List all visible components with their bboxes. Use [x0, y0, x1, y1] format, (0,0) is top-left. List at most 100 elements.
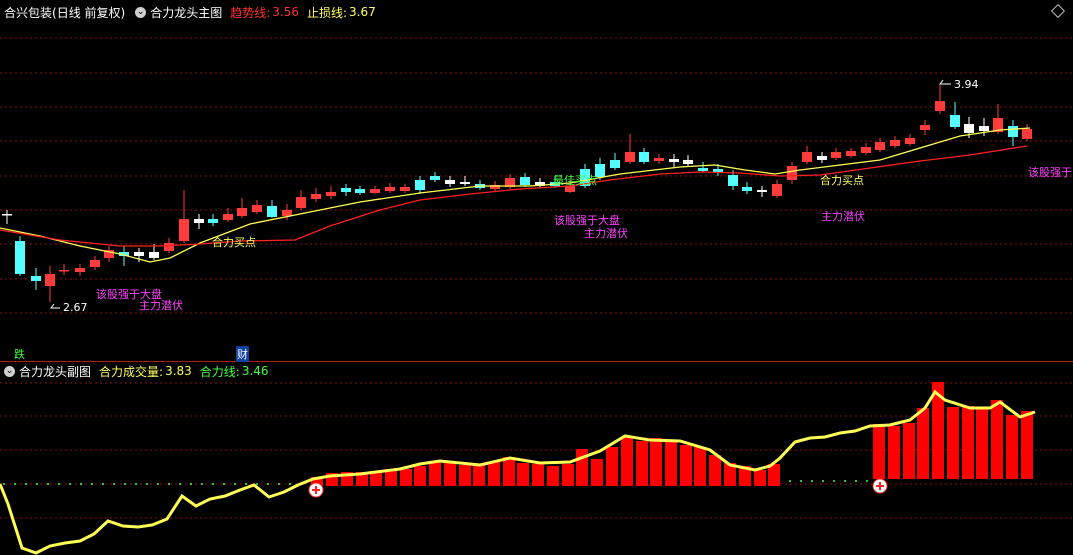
candle-body — [75, 268, 85, 272]
baseline-dot — [47, 483, 49, 485]
volume-bar — [709, 455, 721, 486]
volume-bar — [532, 464, 544, 486]
candle-body — [59, 270, 69, 272]
candle-body — [698, 168, 708, 171]
baseline-dot — [25, 483, 27, 485]
stock-name: 合兴包装 — [4, 5, 53, 20]
volume-bar — [680, 445, 692, 486]
volume-bar — [976, 409, 988, 479]
volume-bar — [400, 469, 412, 486]
best-buy-annotation: 最佳买点 — [553, 174, 597, 187]
candle-body — [134, 252, 144, 256]
volume-bar — [962, 406, 974, 479]
sub-indicator-name[interactable]: 合力龙头副图 — [19, 363, 91, 380]
buy-point-annotation: 合力买点 — [212, 236, 256, 249]
finance-marker[interactable]: 财 — [236, 346, 249, 362]
circle-chevron-icon[interactable]: ⌄ — [4, 365, 15, 377]
volume-bar — [562, 464, 574, 486]
candle-body — [817, 156, 827, 160]
line-label: 合力线: — [199, 364, 240, 379]
volume-bar — [947, 407, 959, 479]
fall-marker[interactable]: 跌 — [14, 346, 25, 362]
candle-body — [15, 241, 25, 274]
volume-bar — [621, 437, 633, 486]
volume-bar — [459, 465, 471, 486]
candle-body — [1008, 126, 1018, 137]
baseline-dot — [113, 483, 115, 485]
candle-body — [742, 187, 752, 191]
volume-bar — [488, 462, 500, 486]
candle-body — [802, 152, 812, 162]
candle-body — [728, 175, 738, 186]
baseline-dot — [256, 483, 258, 485]
volume-bar — [444, 461, 456, 486]
volume-bar — [694, 447, 706, 486]
candle-body — [846, 151, 856, 156]
baseline-dot — [789, 480, 791, 482]
candle-body — [639, 152, 649, 162]
baseline-dot — [855, 480, 857, 482]
candle-body — [772, 184, 782, 196]
candle-body — [341, 188, 351, 192]
baseline-dot — [91, 483, 93, 485]
sub-header: ⌄ 合力龙头副图 合力成交量: 3.83 合力线: 3.46 — [0, 361, 273, 381]
candle-body — [45, 274, 55, 286]
chart-canvas[interactable] — [0, 0, 1073, 555]
candle-body — [355, 189, 365, 193]
low-price-label: 2.67 — [63, 301, 88, 314]
volume-bar — [754, 470, 766, 486]
volume-bar — [606, 447, 618, 486]
volume-bar — [665, 441, 677, 486]
volume-bar — [1006, 415, 1018, 479]
candle-body — [713, 169, 723, 172]
line-value: 3.46 — [241, 364, 269, 378]
volume-bar — [547, 466, 559, 486]
candle-body — [326, 192, 336, 196]
baseline-dot — [201, 483, 203, 485]
baseline-dot — [3, 483, 5, 485]
circle-chevron-icon[interactable]: ⌄ — [135, 6, 147, 18]
baseline-dot — [844, 480, 846, 482]
candle-body — [875, 142, 885, 150]
lurk-annotation: 主力潜伏 — [584, 227, 628, 240]
baseline-dot — [36, 483, 38, 485]
baseline-dot — [190, 483, 192, 485]
candle-body — [179, 219, 189, 241]
candle-body — [2, 214, 12, 216]
baseline-dot — [146, 483, 148, 485]
candle-body — [370, 189, 380, 193]
lurk-annotation: 主力潜伏 — [821, 210, 865, 223]
volume-bar — [414, 466, 426, 486]
candle-body — [311, 194, 321, 199]
candle-body — [194, 219, 204, 223]
baseline-dot — [234, 483, 236, 485]
candle-body — [654, 158, 664, 161]
candle-body — [385, 187, 395, 191]
indicator-name[interactable]: 合力龙头主图 — [150, 4, 222, 21]
baseline-dot — [245, 483, 247, 485]
baseline-dot — [278, 483, 280, 485]
high-price-label: 3.94 — [954, 78, 979, 91]
lurk-annotation: 主力潜伏 — [139, 299, 183, 312]
volume-bar — [473, 465, 485, 486]
candle-body — [950, 115, 960, 127]
candle-body — [149, 252, 159, 258]
candle-body — [683, 160, 693, 164]
candle-body — [905, 138, 915, 144]
candle-body — [400, 187, 410, 191]
candle-body — [164, 243, 174, 251]
volume-bar — [517, 463, 529, 486]
high-price-arrow — [939, 79, 951, 85]
volume-value: 3.83 — [165, 364, 192, 378]
candle-body — [1022, 129, 1032, 139]
candle-body — [861, 147, 871, 153]
candle-body — [90, 260, 100, 267]
baseline-dot — [289, 483, 291, 485]
candle-body — [890, 140, 900, 146]
candle-body — [445, 180, 455, 184]
baseline-dot — [14, 483, 16, 485]
baseline-dot — [80, 483, 82, 485]
baseline-dot — [866, 480, 868, 482]
baseline-dot — [102, 483, 104, 485]
baseline-dot — [212, 483, 214, 485]
